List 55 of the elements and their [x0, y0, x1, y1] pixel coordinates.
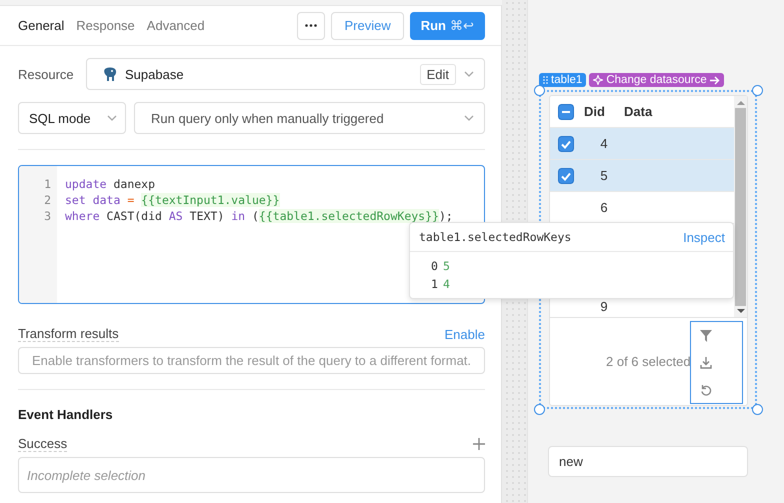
- resize-handle[interactable]: [752, 85, 763, 96]
- reset-icon[interactable]: [700, 384, 712, 396]
- checkbox[interactable]: [558, 136, 574, 152]
- code-line: set data = {{textInput1.value}}: [65, 192, 281, 208]
- line-number: 2: [44, 192, 51, 208]
- add-icon[interactable]: [473, 438, 485, 450]
- tab[interactable]: Response: [76, 18, 135, 33]
- table-cell-text: 6: [599, 200, 609, 215]
- edit-button[interactable]: Edit: [420, 64, 456, 84]
- drag-handle-icon: [543, 76, 548, 84]
- checkbox[interactable]: [558, 168, 574, 184]
- line-number: 1: [44, 176, 51, 192]
- sparkle-icon: [593, 75, 604, 85]
- column-header[interactable]: Data: [624, 104, 652, 119]
- download-icon[interactable]: [700, 356, 712, 368]
- chevron-down-icon: [464, 71, 474, 77]
- more-button[interactable]: [297, 12, 326, 40]
- success-label: Success: [18, 436, 68, 452]
- resource-select[interactable]: Supabase Edit: [86, 58, 485, 90]
- code-line: where CAST(did AS TEXT) in ({{table1.selectedRowKeys}});: [65, 208, 453, 224]
- scroll-up-icon[interactable]: [736, 100, 744, 106]
- table-cell-text: 4: [599, 136, 609, 151]
- trigger-select[interactable]: Run query only when manually triggered: [134, 102, 485, 134]
- section-title: Event Handlers: [18, 407, 114, 422]
- table-row[interactable]: 5: [550, 160, 734, 192]
- selection-count: 2 of 6 selected: [606, 354, 691, 369]
- more-icon: [305, 24, 318, 27]
- line-number: 3: [44, 208, 51, 224]
- chevron-down-icon: [464, 115, 474, 121]
- text-input[interactable]: new: [548, 446, 748, 477]
- table-cell-text: 9: [599, 299, 609, 314]
- array-value: 5: [442, 258, 450, 275]
- resource-label: Resource: [18, 66, 74, 82]
- transform-label: Transform results: [18, 326, 119, 342]
- code-line: update danexp: [65, 176, 156, 192]
- array-index: 0: [431, 258, 438, 275]
- datasource-button[interactable]: Change datasource: [589, 73, 724, 87]
- partial-checkbox[interactable]: [558, 104, 574, 120]
- tab[interactable]: Advanced: [146, 18, 205, 33]
- column-header[interactable]: Did: [584, 104, 624, 119]
- resize-handle[interactable]: [534, 85, 545, 96]
- chevron-down-icon: [107, 115, 117, 121]
- tab[interactable]: General: [18, 18, 64, 33]
- scrollbar[interactable]: [734, 96, 747, 317]
- mode-select[interactable]: SQL mode: [18, 102, 126, 134]
- scroll-down-icon[interactable]: [736, 308, 744, 314]
- resize-handle[interactable]: [752, 404, 763, 415]
- table-cell-text: 5: [599, 168, 609, 183]
- table-row[interactable]: 4: [550, 128, 734, 160]
- array-value: 4: [442, 276, 450, 293]
- arrow-right-icon: [710, 76, 720, 84]
- elephant-icon: [103, 66, 117, 82]
- resize-handle[interactable]: [534, 404, 545, 415]
- filter-icon[interactable]: [700, 330, 712, 342]
- array-index: 1: [431, 276, 438, 293]
